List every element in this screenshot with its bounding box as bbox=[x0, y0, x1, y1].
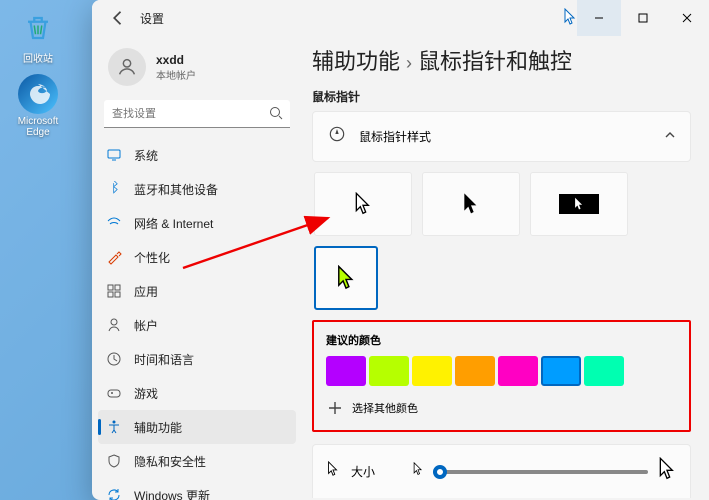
search-input[interactable] bbox=[104, 100, 290, 128]
chevron-up-icon bbox=[664, 128, 676, 146]
brush-icon bbox=[106, 249, 122, 265]
breadcrumb: 辅助功能 › 鼠标指针和触控 bbox=[312, 40, 691, 82]
sidebar-item-label: 系统 bbox=[134, 147, 158, 164]
cursor-small-icon bbox=[327, 461, 339, 482]
main-content: 辅助功能 › 鼠标指针和触控 鼠标指针 鼠标指针样式 bbox=[302, 36, 709, 500]
sidebar-item-9[interactable]: 隐私和安全性 bbox=[92, 444, 302, 478]
sidebar-item-label: 应用 bbox=[134, 283, 158, 300]
color-swatch-3[interactable] bbox=[455, 356, 495, 386]
pointer-style-expander[interactable]: 鼠标指针样式 bbox=[312, 111, 691, 162]
shield-icon bbox=[106, 453, 122, 469]
clock-icon bbox=[106, 351, 122, 367]
chevron-right-icon: › bbox=[406, 53, 412, 73]
sidebar-item-label: 个性化 bbox=[134, 249, 170, 266]
wifi-icon bbox=[106, 215, 122, 231]
sidebar-item-label: 游戏 bbox=[134, 385, 158, 402]
breadcrumb-current: 鼠标指针和触控 bbox=[418, 49, 572, 74]
sidebar: xxdd 本地帐户 系统蓝牙和其他设备网络 & Internet 个性化应用帐户时… bbox=[92, 36, 302, 500]
window-title: 设置 bbox=[140, 10, 577, 27]
size-slider[interactable] bbox=[433, 470, 648, 474]
recycle-bin-icon bbox=[18, 8, 58, 48]
colors-label: 建议的颜色 bbox=[326, 332, 677, 348]
sidebar-item-3[interactable]: 个性化 bbox=[92, 240, 302, 274]
settings-window: 设置 xxdd 本地帐户 系统蓝牙和其他设备网络 & Internet 个性化 bbox=[92, 0, 709, 500]
sidebar-item-label: 时间和语言 bbox=[134, 351, 194, 368]
sidebar-item-10[interactable]: Windows 更新 bbox=[92, 478, 302, 500]
edge-icon bbox=[18, 74, 58, 114]
titlebar: 设置 bbox=[92, 0, 709, 36]
game-icon bbox=[106, 385, 122, 401]
pointer-style-black[interactable] bbox=[422, 172, 520, 236]
section-pointer-label: 鼠标指针 bbox=[312, 88, 691, 105]
bluetooth-icon bbox=[106, 181, 122, 197]
sidebar-item-label: 帐户 bbox=[134, 317, 158, 334]
suggested-colors-panel: 建议的颜色 选择其他颜色 bbox=[312, 320, 691, 432]
access-icon bbox=[106, 419, 122, 435]
minimize-button[interactable] bbox=[577, 0, 621, 36]
cursor-icon bbox=[327, 124, 347, 149]
expander-label: 鼠标指针样式 bbox=[359, 128, 431, 145]
sidebar-item-5[interactable]: 帐户 bbox=[92, 308, 302, 342]
sidebar-item-1[interactable]: 蓝牙和其他设备 bbox=[92, 172, 302, 206]
sidebar-item-4[interactable]: 应用 bbox=[92, 274, 302, 308]
display-icon bbox=[106, 147, 122, 163]
sidebar-item-label: 蓝牙和其他设备 bbox=[134, 181, 218, 198]
account-name: xxdd bbox=[156, 53, 196, 67]
back-button[interactable] bbox=[108, 8, 128, 28]
update-icon bbox=[106, 487, 122, 500]
pointer-style-grid bbox=[314, 172, 689, 236]
size-label: 大小 bbox=[351, 463, 401, 480]
pointer-style-inverted[interactable] bbox=[530, 172, 628, 236]
account-sub: 本地帐户 bbox=[156, 67, 196, 82]
sidebar-item-label: Windows 更新 bbox=[134, 487, 210, 500]
inverted-icon bbox=[559, 194, 599, 214]
avatar-icon bbox=[108, 48, 146, 86]
pointer-style-white[interactable] bbox=[314, 172, 412, 236]
color-swatches bbox=[326, 356, 677, 386]
sidebar-item-6[interactable]: 时间和语言 bbox=[92, 342, 302, 376]
desktop-label: 回收站 bbox=[10, 50, 66, 65]
person-icon bbox=[106, 317, 122, 333]
apps-icon bbox=[106, 283, 122, 299]
account-block[interactable]: xxdd 本地帐户 bbox=[92, 40, 302, 96]
color-swatch-2[interactable] bbox=[412, 356, 452, 386]
color-swatch-5[interactable] bbox=[541, 356, 581, 386]
maximize-button[interactable] bbox=[621, 0, 665, 36]
search-box[interactable] bbox=[104, 100, 290, 128]
sidebar-item-8[interactable]: 辅助功能 bbox=[98, 410, 296, 444]
slider-thumb[interactable] bbox=[433, 465, 447, 479]
desktop-label: Microsoft Edge bbox=[10, 116, 66, 138]
pointer-style-custom[interactable] bbox=[314, 246, 378, 310]
sidebar-item-2[interactable]: 网络 & Internet bbox=[92, 206, 302, 240]
color-swatch-1[interactable] bbox=[369, 356, 409, 386]
sidebar-item-7[interactable]: 游戏 bbox=[92, 376, 302, 410]
close-button[interactable] bbox=[665, 0, 709, 36]
cursor-size-min-icon bbox=[413, 462, 423, 481]
choose-other-color[interactable]: 选择其他颜色 bbox=[326, 396, 677, 420]
sidebar-item-0[interactable]: 系统 bbox=[92, 138, 302, 172]
color-swatch-4[interactable] bbox=[498, 356, 538, 386]
more-color-label: 选择其他颜色 bbox=[352, 400, 418, 416]
breadcrumb-parent[interactable]: 辅助功能 bbox=[312, 49, 400, 74]
color-swatch-6[interactable] bbox=[584, 356, 624, 386]
search-icon bbox=[268, 105, 284, 121]
color-swatch-0[interactable] bbox=[326, 356, 366, 386]
sidebar-item-label: 隐私和安全性 bbox=[134, 453, 206, 470]
sidebar-item-label: 网络 & Internet bbox=[134, 215, 213, 232]
sidebar-item-label: 辅助功能 bbox=[134, 419, 182, 436]
cursor-size-max-icon bbox=[658, 457, 676, 486]
desktop-icon-edge[interactable]: Microsoft Edge bbox=[10, 74, 66, 138]
pointer-size-row: 大小 bbox=[312, 444, 691, 498]
plus-icon bbox=[328, 401, 342, 415]
desktop-icon-recycle[interactable]: 回收站 bbox=[10, 8, 66, 65]
